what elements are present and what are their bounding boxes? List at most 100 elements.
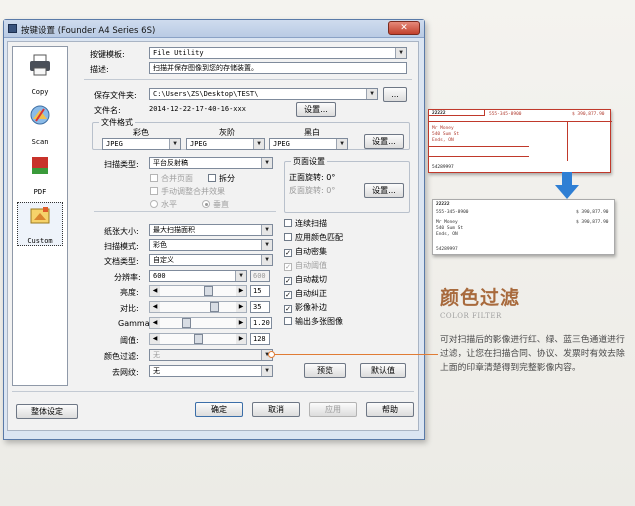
manual-merge-checkbox[interactable]: 手动调整合并效果 <box>150 186 225 197</box>
chevron-down-icon: ▼ <box>261 240 272 250</box>
chevron-down-icon: ▼ <box>336 139 347 149</box>
global-settings-button[interactable]: 整体设定 <box>16 404 78 419</box>
save-folder-input[interactable]: C:\Users\ZS\Desktop\TEST\ ▼ <box>149 88 378 100</box>
divider <box>84 79 412 80</box>
auto-crop-checkbox[interactable]: ✓ 自动裁切 <box>284 274 327 285</box>
front-rotation-text: 正面旋转: 0° <box>289 173 336 182</box>
threshold-value[interactable]: 128 <box>250 333 270 345</box>
browse-button[interactable]: ... <box>383 87 407 102</box>
checkbox-box <box>284 233 292 241</box>
auto-density-checkbox[interactable]: ✓ 自动密集 <box>284 246 327 257</box>
resolution-select[interactable]: 600 ▼ <box>149 270 247 282</box>
continuous-scan-checkbox[interactable]: 连续扫描 <box>284 218 327 229</box>
scan-type-select[interactable]: 平台反射稿 ▼ <box>149 157 273 169</box>
vertical-radio[interactable]: 垂直 <box>202 199 229 210</box>
brightness-slider[interactable]: ◀ ▶ <box>149 285 247 297</box>
callout-dot <box>268 351 275 358</box>
filename-settings-button[interactable]: 设置... <box>296 102 336 117</box>
format-color-select[interactable]: JPEG ▼ <box>102 138 181 150</box>
scan-type-value: 平台反射稿 <box>153 159 188 167</box>
merge-pages-checkbox[interactable]: 合并页面 <box>150 173 193 184</box>
checkmark-icon: ✓ <box>284 277 292 285</box>
radio-dot <box>202 200 210 208</box>
format-settings-button[interactable]: 设置... <box>364 134 404 149</box>
checkmark-icon: ✓ <box>284 263 292 271</box>
doc-type-select[interactable]: 自定义 ▼ <box>149 254 273 266</box>
format-gray-select[interactable]: JPEG ▼ <box>186 138 265 150</box>
ok-button[interactable]: 确定 <box>195 402 243 417</box>
arrow-left-icon[interactable]: ◀ <box>150 318 160 328</box>
button-list: Copy Scan PDF Custom <box>12 46 68 386</box>
slider-thumb[interactable] <box>204 286 213 296</box>
contrast-slider[interactable]: ◀ ▶ <box>149 301 247 313</box>
horizontal-radio[interactable]: 水平 <box>150 199 177 210</box>
help-button[interactable]: 帮助 <box>366 402 414 417</box>
sidebar-item-label: Scan <box>31 138 49 146</box>
split-checkbox[interactable]: 拆分 <box>208 173 235 184</box>
format-color-value: JPEG <box>106 140 123 148</box>
divider <box>12 391 414 392</box>
arrow-right-icon[interactable]: ▶ <box>236 302 246 312</box>
image-fill-checkbox[interactable]: ✓ 影像补边 <box>284 302 327 313</box>
slider-thumb[interactable] <box>194 334 203 344</box>
apply-button[interactable]: 应用 <box>309 402 357 417</box>
default-button[interactable]: 默认值 <box>360 363 406 378</box>
filename-label: 文件名: <box>94 106 121 115</box>
format-gray-value: JPEG <box>190 140 207 148</box>
description-field[interactable]: 扫描并保存图像到您的存储装置。 <box>149 62 407 74</box>
doc-amount-2: $ 390,877.90 <box>576 220 609 225</box>
checkbox-box <box>284 219 292 227</box>
format-gray-label: 灰阶 <box>219 128 235 137</box>
chevron-down-icon: ▼ <box>235 271 246 281</box>
threshold-label: 阈值: <box>120 336 139 345</box>
arrow-left-icon[interactable]: ◀ <box>150 334 160 344</box>
doc-phone: 555-345-8900 <box>489 112 522 117</box>
file-format-title: 文件格式 <box>99 117 135 128</box>
title-bar[interactable]: 按键设置 (Founder A4 Series 6S) ✕ <box>4 20 424 38</box>
doc-number: 22222 <box>436 202 450 207</box>
template-select[interactable]: File Utility ▼ <box>149 47 407 59</box>
page-settings-button[interactable]: 设置... <box>364 183 404 198</box>
sidebar-item-label: Custom <box>27 237 53 245</box>
slider-thumb[interactable] <box>182 318 191 328</box>
doc-name: Mr Money <box>432 126 454 131</box>
save-folder-label: 保存文件夹: <box>94 91 137 100</box>
sidebar-item-copy[interactable]: Copy <box>17 52 63 96</box>
gamma-slider[interactable]: ◀ ▶ <box>149 317 247 329</box>
arrow-left-icon[interactable]: ◀ <box>150 302 160 312</box>
cancel-button[interactable]: 取消 <box>252 402 300 417</box>
checkbox-box <box>150 174 158 182</box>
sidebar-item-pdf[interactable]: PDF <box>17 152 63 196</box>
sidebar-item-scan[interactable]: Scan <box>17 102 63 146</box>
doc-street: 540 Sum St <box>436 226 464 231</box>
paper-size-select[interactable]: 最大扫描面积 ▼ <box>149 224 273 236</box>
checkbox-box <box>208 174 216 182</box>
gamma-value[interactable]: 1.20 <box>250 317 272 329</box>
arrow-right-icon[interactable]: ▶ <box>236 286 246 296</box>
brightness-value[interactable]: 15 <box>250 285 270 297</box>
slider-thumb[interactable] <box>210 302 219 312</box>
doc-red-lines <box>429 156 529 157</box>
feature-description: 可对扫描后的影像进行红、绿、蓝三色通道进行过滤，让您在扫描合同、协议、发票时有效… <box>440 335 625 373</box>
color-match-checkbox[interactable]: 应用颜色匹配 <box>284 232 343 243</box>
auto-threshold-checkbox[interactable]: ✓ 自动阈值 <box>284 260 327 271</box>
format-bw-select[interactable]: JPEG ▼ <box>269 138 348 150</box>
auto-deskew-checkbox[interactable]: ✓ 自动纠正 <box>284 288 327 299</box>
arrow-right-icon[interactable]: ▶ <box>236 318 246 328</box>
close-button[interactable]: ✕ <box>388 21 420 35</box>
descreen-select[interactable]: 无 ▼ <box>149 365 273 377</box>
contrast-value[interactable]: 35 <box>250 301 270 313</box>
color-filter-select[interactable]: 无 ▼ <box>149 349 273 361</box>
arrow-right-icon[interactable]: ▶ <box>236 334 246 344</box>
sidebar-item-custom[interactable]: Custom <box>17 202 63 246</box>
contrast-label: 对比: <box>120 304 139 313</box>
doc-amount: $ 390,877.90 <box>572 112 605 117</box>
chevron-down-icon: ▼ <box>261 255 272 265</box>
output-multi-checkbox[interactable]: 输出多张图像 <box>284 316 343 327</box>
threshold-slider[interactable]: ◀ ▶ <box>149 333 247 345</box>
preview-button[interactable]: 预览 <box>304 363 346 378</box>
scan-mode-select[interactable]: 彩色 ▼ <box>149 239 273 251</box>
checkmark-icon: ✓ <box>284 291 292 299</box>
doc-id: 54289997 <box>432 165 454 170</box>
arrow-left-icon[interactable]: ◀ <box>150 286 160 296</box>
